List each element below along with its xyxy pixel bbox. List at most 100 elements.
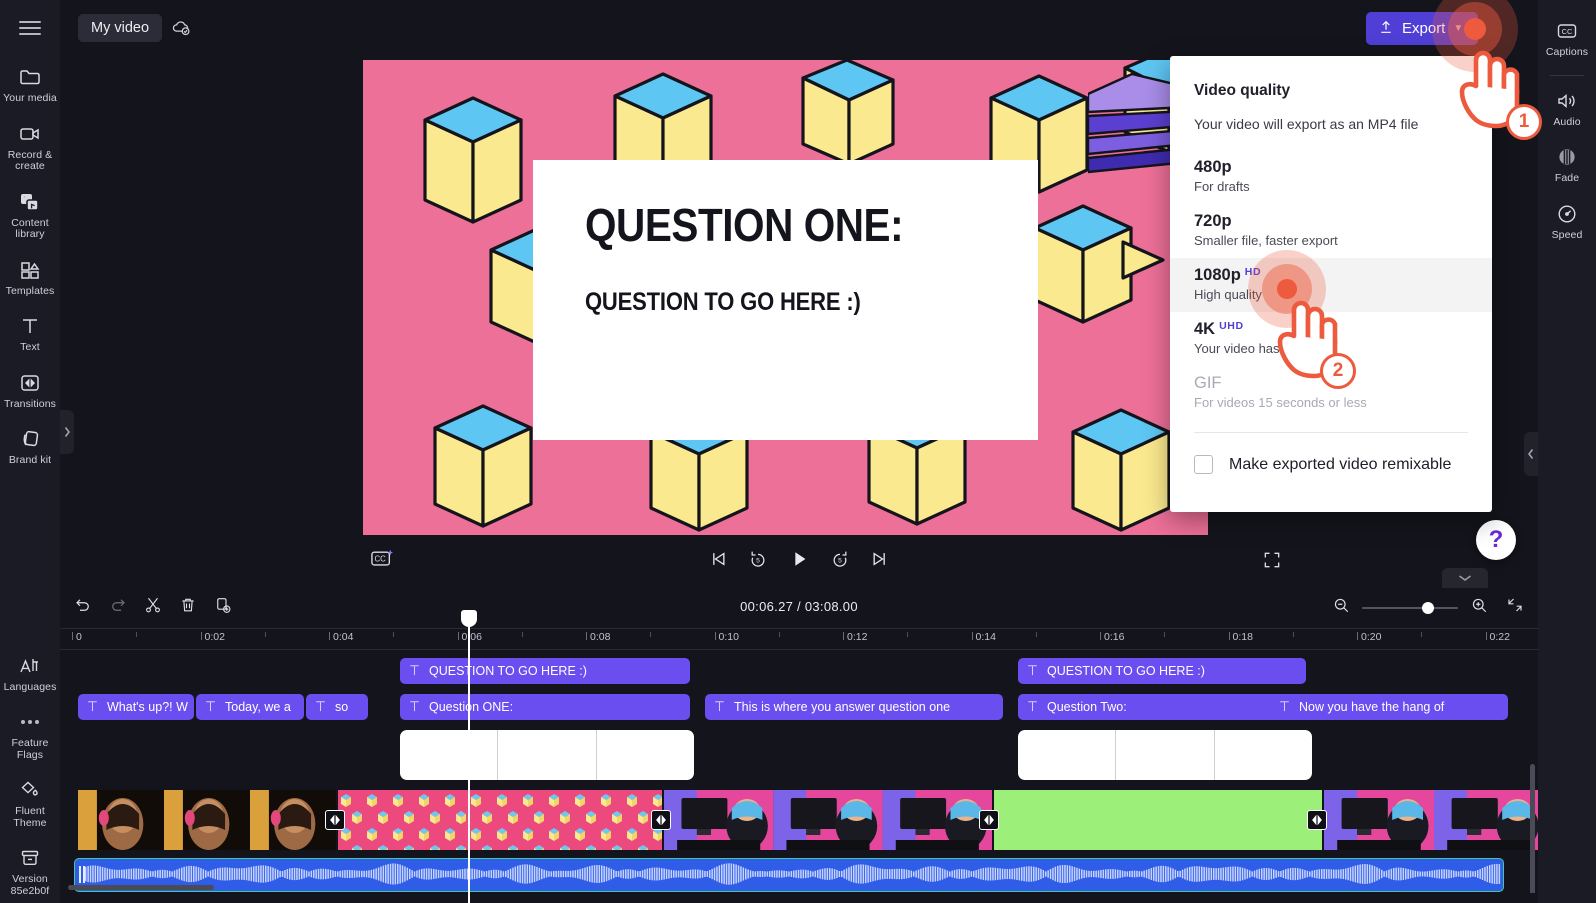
text-clip[interactable]: Now you have the hang of xyxy=(1270,694,1508,720)
zoom-out-button[interactable] xyxy=(1332,596,1350,619)
sidebar-item-speed[interactable]: Speed xyxy=(1538,193,1596,250)
sidebar-item-record-create[interactable]: Record & create xyxy=(0,113,60,181)
sidebar-item-content-library[interactable]: Content library xyxy=(0,181,60,249)
ruler-minor-tick xyxy=(1421,632,1423,637)
sidebar-item-audio[interactable]: Audio xyxy=(1538,80,1596,137)
text-card[interactable]: QUESTION ONE: QUESTION TO GO HERE :) xyxy=(533,160,1038,440)
split-button[interactable] xyxy=(144,596,162,614)
video-clip[interactable] xyxy=(1324,790,1538,850)
player-controls: CC 5 5 xyxy=(60,540,1538,580)
text-clip[interactable]: What's up?! W xyxy=(78,694,194,720)
timeline-tracks: QUESTION TO GO HERE :) QUESTION TO GO HER… xyxy=(60,650,1538,893)
project-name-field[interactable]: My video xyxy=(78,14,163,42)
sidebar-item-your-media[interactable]: Your media xyxy=(0,56,60,113)
quality-name: 480p xyxy=(1194,158,1232,176)
timeline-horizontal-scrollbar[interactable] xyxy=(68,885,214,890)
back-5-seconds-button[interactable]: 5 xyxy=(748,549,768,569)
play-button[interactable] xyxy=(788,548,810,570)
sidebar-item-brand-kit[interactable]: Brand kit xyxy=(0,418,60,475)
ruler-minor-tick xyxy=(1292,632,1294,637)
timeline-ruler[interactable]: 0 0:02 0:04 0:06 0:08 0:10 0:12 0:14 0:16 0:18 0:2… xyxy=(60,628,1538,650)
timeline-vertical-scrollbar[interactable] xyxy=(1530,764,1535,893)
collapse-right-panel-button[interactable] xyxy=(1524,432,1538,476)
sidebar-item-fluent-theme[interactable]: Fluent Theme xyxy=(0,769,60,837)
collapse-left-panel-button[interactable] xyxy=(60,410,74,454)
sidebar-item-languages[interactable]: Languages xyxy=(0,645,60,702)
forward-5-seconds-button[interactable]: 5 xyxy=(830,549,850,569)
ruler-tick-label: 0:18 xyxy=(1232,631,1253,643)
help-button[interactable]: ? xyxy=(1476,520,1516,560)
text-clip[interactable]: QUESTION TO GO HERE :) xyxy=(400,658,690,684)
svg-text:5: 5 xyxy=(756,557,760,564)
quality-option-720p[interactable]: 720p Smaller file, faster export xyxy=(1170,204,1492,258)
sidebar-item-feature-flags[interactable]: Feature Flags xyxy=(0,701,60,769)
zoom-in-button[interactable] xyxy=(1470,596,1488,619)
transition-marker-icon[interactable] xyxy=(979,810,999,830)
captions-sparkle-icon[interactable]: CC xyxy=(370,548,394,575)
package-icon xyxy=(18,846,42,870)
export-button[interactable]: Export ▼ xyxy=(1366,12,1478,45)
sidebar-item-templates[interactable]: Templates xyxy=(0,249,60,306)
text-clip[interactable]: Question ONE: xyxy=(400,694,690,720)
text-clip[interactable]: Question Two: xyxy=(1018,694,1306,720)
ruler-tick-label: 0:06 xyxy=(461,631,482,643)
fullscreen-button[interactable] xyxy=(1262,550,1282,575)
collapse-timeline-button[interactable] xyxy=(1442,568,1488,588)
video-clip[interactable] xyxy=(994,790,1322,850)
svg-text:CC: CC xyxy=(374,554,386,563)
transition-marker-icon[interactable] xyxy=(325,810,345,830)
text-clip[interactable]: QUESTION TO GO HERE :) xyxy=(1018,658,1306,684)
sidebar-item-fade[interactable]: Fade xyxy=(1538,136,1596,193)
zoom-slider-knob[interactable] xyxy=(1422,601,1434,614)
delete-button[interactable] xyxy=(179,596,197,614)
sidebar-item-text[interactable]: Text xyxy=(0,305,60,362)
sidebar-item-version[interactable]: Version 85e2b0f xyxy=(0,837,60,903)
cloud-saved-icon[interactable] xyxy=(170,16,192,43)
quality-option-4k[interactable]: 4K UHD Your video has no xyxy=(1170,312,1492,366)
ruler-tick: 0 xyxy=(72,631,82,643)
quality-option-480p[interactable]: 480p For drafts xyxy=(1170,150,1492,204)
video-clip[interactable] xyxy=(78,790,336,850)
sidebar-item-captions[interactable]: CC Captions xyxy=(1538,10,1596,67)
editor-root: Your media Record & create Content libra… xyxy=(0,0,1596,903)
hamburger-menu-button[interactable] xyxy=(0,0,60,56)
quality-option-1080p[interactable]: 1080p HD High quality xyxy=(1170,258,1492,312)
fit-to-screen-button[interactable] xyxy=(1506,596,1524,619)
skip-to-end-button[interactable] xyxy=(870,549,890,569)
text-t-icon xyxy=(18,314,42,338)
help-question-icon: ? xyxy=(1488,526,1504,553)
ruler-minor-tick xyxy=(778,632,780,637)
make-remixable-checkbox[interactable] xyxy=(1194,455,1213,474)
video-clip[interactable] xyxy=(664,790,992,850)
sidebar-item-transitions[interactable]: Transitions xyxy=(0,362,60,419)
video-clip[interactable] xyxy=(338,790,662,850)
ruler-tick: 0:18 xyxy=(1228,631,1253,643)
playhead-handle[interactable] xyxy=(461,610,477,627)
transition-marker-icon[interactable] xyxy=(1307,810,1327,830)
skip-to-start-button[interactable] xyxy=(708,549,728,569)
audio-clip-handle-icon[interactable] xyxy=(79,866,86,883)
text-clip[interactable]: so xyxy=(306,694,368,720)
audio-clip[interactable] xyxy=(74,858,1504,892)
text-clip[interactable]: This is where you answer question one xyxy=(705,694,1003,720)
languages-icon xyxy=(18,654,42,678)
overlay-clip[interactable] xyxy=(1018,730,1312,780)
text-clip[interactable]: Today, we a xyxy=(196,694,304,720)
track-overlay-white xyxy=(60,730,1538,780)
overlay-clip[interactable] xyxy=(400,730,694,780)
hamburger-menu-icon xyxy=(19,17,41,39)
redo-button[interactable] xyxy=(109,596,127,614)
left-sidebar: Your media Record & create Content libra… xyxy=(0,0,60,903)
text-t-icon xyxy=(1027,664,1038,679)
transition-marker-icon[interactable] xyxy=(651,810,671,830)
ruler-tick: 0:12 xyxy=(843,631,867,643)
chevron-down-icon[interactable]: ▼ xyxy=(1453,23,1463,34)
export-quality-menu[interactable]: Video quality Your video will export as … xyxy=(1170,56,1492,512)
make-remixable-checkbox-row[interactable]: Make exported video remixable xyxy=(1170,433,1492,474)
zoom-slider[interactable] xyxy=(1362,601,1458,614)
sidebar-item-label: Templates xyxy=(5,284,55,297)
undo-button[interactable] xyxy=(74,596,92,614)
text-clip-label: Now you have the hang of xyxy=(1299,700,1445,714)
video-preview-canvas[interactable]: QUESTION ONE: QUESTION TO GO HERE :) xyxy=(363,60,1208,535)
duplicate-button[interactable] xyxy=(214,596,232,614)
